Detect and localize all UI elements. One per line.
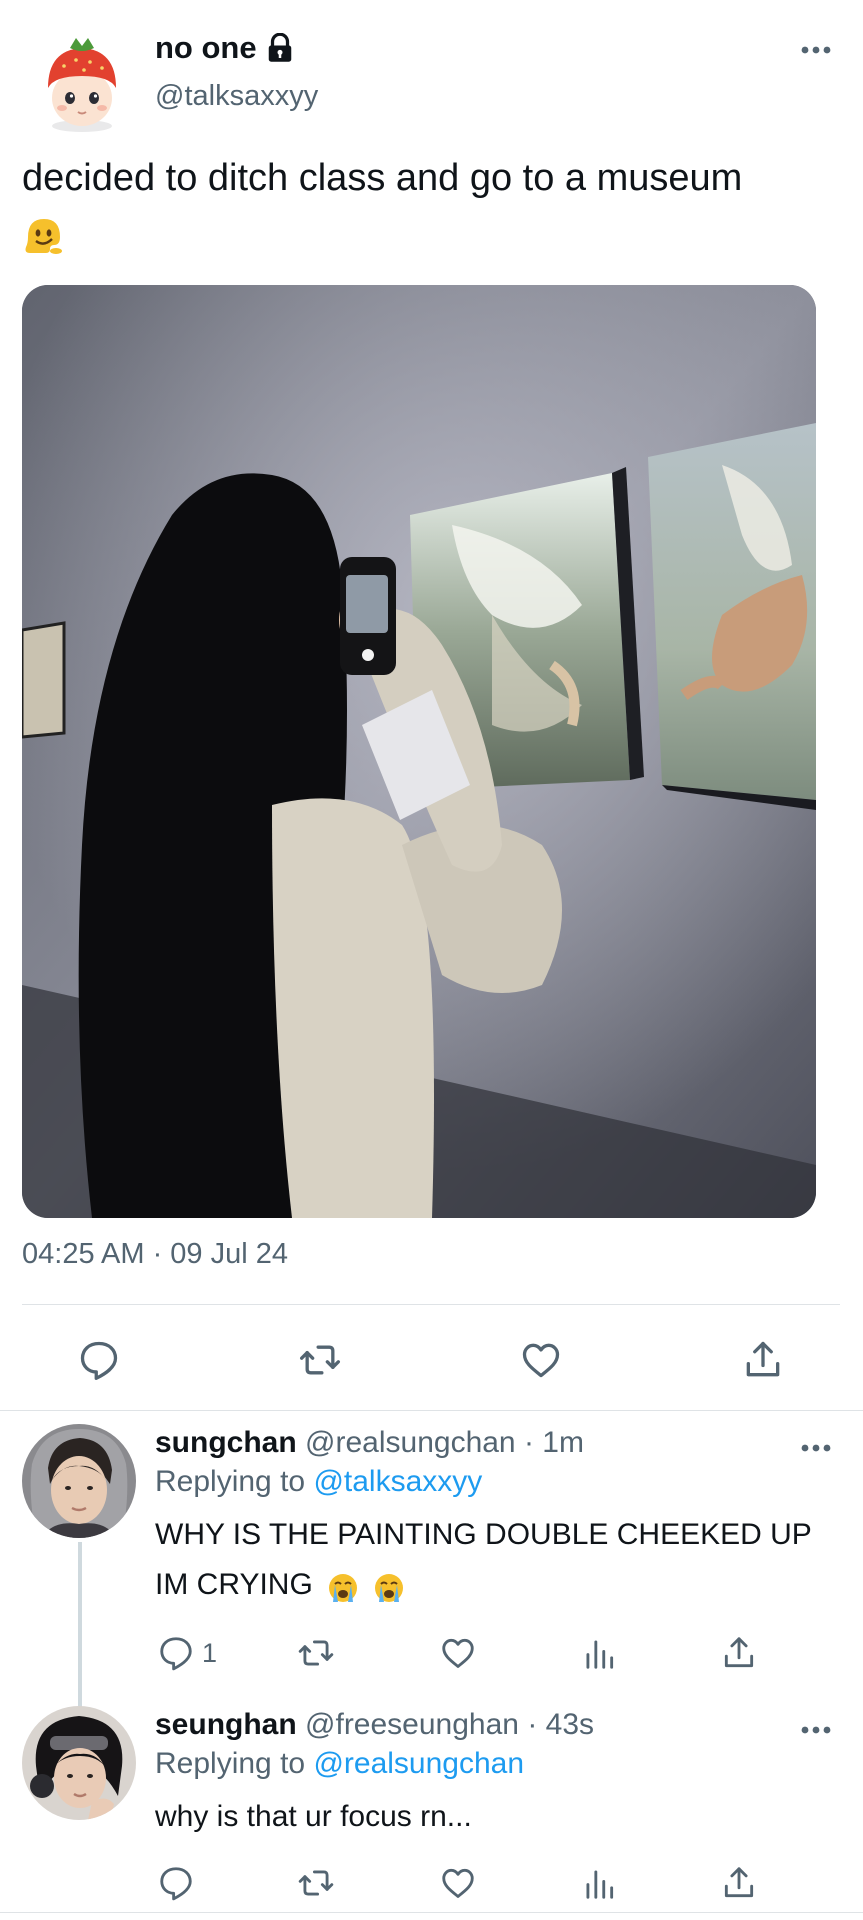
- replying-to: Replying to @realsungchan: [155, 1747, 524, 1781]
- tweet-text-content: decided to ditch class and go to a museu…: [22, 157, 743, 199]
- share-icon[interactable]: [720, 1864, 758, 1902]
- reply-text: why is that ur focus rn...: [155, 1792, 845, 1842]
- like-icon[interactable]: [519, 1338, 563, 1382]
- reply-text: WHY IS THE PAINTING DOUBLE CHEEKED UP IM…: [155, 1510, 845, 1610]
- avatar[interactable]: [22, 1706, 136, 1820]
- replying-to-prefix: Replying to: [155, 1465, 306, 1498]
- reply-author-name[interactable]: seunghan: [155, 1708, 297, 1741]
- more-options-icon[interactable]: [800, 1438, 832, 1458]
- tweet-text: decided to ditch class and go to a museu…: [22, 150, 852, 262]
- divider: [0, 1410, 863, 1411]
- reply-author-handle[interactable]: @realsungchan: [305, 1426, 516, 1459]
- loudly-crying-face-emoji: [327, 1570, 359, 1603]
- author-name-text[interactable]: no one: [155, 30, 257, 66]
- replying-to-prefix: Replying to: [155, 1747, 306, 1780]
- reply-action-bar: [0, 1860, 863, 1910]
- reply-author-handle[interactable]: @freeseunghan: [305, 1708, 519, 1741]
- lock-icon: [265, 32, 295, 63]
- reply-count: 1: [202, 1638, 218, 1668]
- author-handle[interactable]: @talksaxxyy: [155, 80, 318, 113]
- analytics-icon[interactable]: [580, 1864, 618, 1902]
- like-icon[interactable]: [439, 1864, 477, 1902]
- reply-text-content: WHY IS THE PAINTING DOUBLE CHEEKED UP IM…: [155, 1518, 812, 1601]
- author-name[interactable]: no one: [155, 30, 295, 66]
- tweet-timestamp[interactable]: 04:25 AM · 09 Jul 24: [22, 1238, 288, 1271]
- avatar[interactable]: [22, 1424, 136, 1538]
- share-icon[interactable]: [741, 1338, 785, 1382]
- reply-text-content: why is that ur focus rn...: [155, 1800, 472, 1833]
- retweet-icon[interactable]: [297, 1634, 335, 1672]
- more-options-icon[interactable]: [800, 40, 832, 60]
- tweet-action-bar: [0, 1330, 863, 1390]
- replying-to: Replying to @talksaxxyy: [155, 1465, 482, 1499]
- more-options-icon[interactable]: [800, 1720, 832, 1740]
- divider: [22, 1304, 840, 1305]
- retweet-icon[interactable]: [297, 1864, 335, 1902]
- reply-author-name[interactable]: sungchan: [155, 1426, 297, 1459]
- reply-action-bar: 1: [0, 1630, 863, 1680]
- loudly-crying-face-emoji: [373, 1570, 405, 1603]
- reply-header: sungchan @realsungchan · 1m: [155, 1426, 584, 1460]
- reply-icon[interactable]: [157, 1634, 195, 1672]
- replying-to-mention[interactable]: @realsungchan: [313, 1747, 524, 1780]
- divider: [0, 1912, 863, 1913]
- reply-icon[interactable]: [157, 1864, 195, 1902]
- reply-time: · 43s: [527, 1708, 595, 1741]
- replying-to-mention[interactable]: @talksaxxyy: [313, 1465, 482, 1498]
- tweet-photo[interactable]: [22, 285, 816, 1218]
- reply-icon[interactable]: [77, 1338, 121, 1382]
- author-avatar[interactable]: [40, 36, 124, 132]
- thread-line: [78, 1542, 82, 1712]
- retweet-icon[interactable]: [298, 1338, 342, 1382]
- melting-face-emoji: [22, 215, 64, 257]
- reply-time: · 1m: [523, 1426, 584, 1459]
- analytics-icon[interactable]: [580, 1634, 618, 1672]
- reply-header: seunghan @freeseunghan · 43s: [155, 1708, 594, 1742]
- like-icon[interactable]: [439, 1634, 477, 1672]
- share-icon[interactable]: [720, 1634, 758, 1672]
